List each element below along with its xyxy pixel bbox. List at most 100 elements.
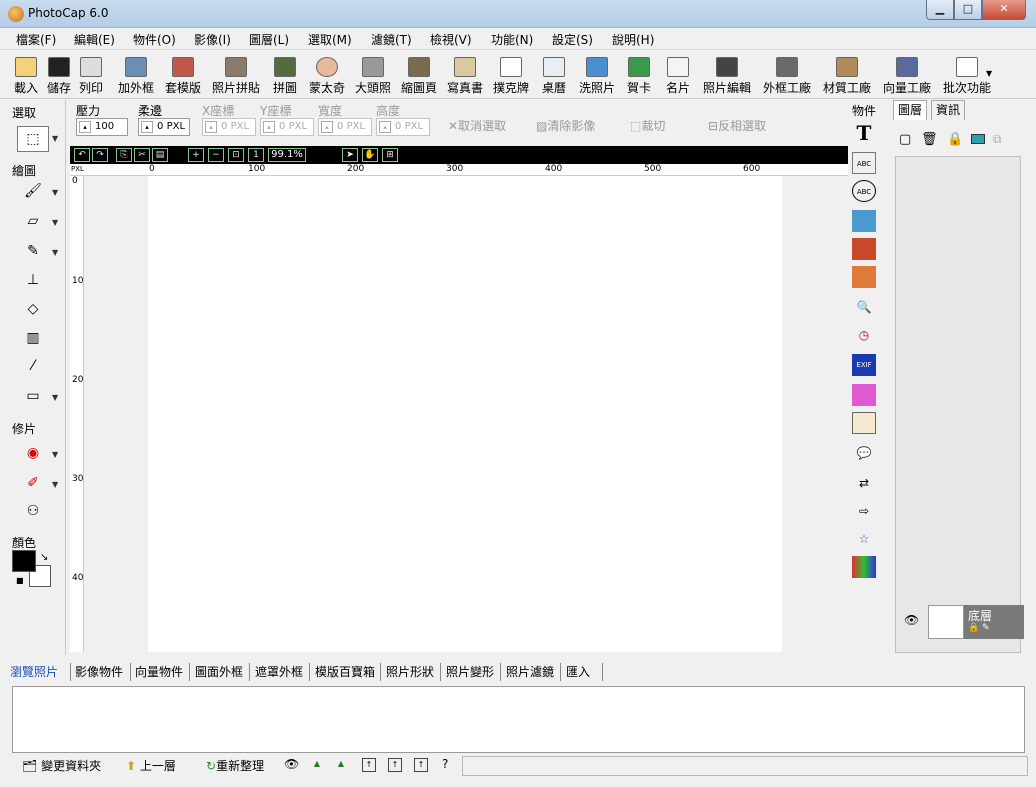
- maximize-button[interactable]: □: [954, 0, 982, 20]
- eraser-tool[interactable]: ▱: [17, 208, 49, 234]
- photo-object-icon[interactable]: [852, 238, 876, 260]
- retouch-brush-tool[interactable]: ✐: [17, 470, 49, 496]
- greeting-card-button[interactable]: 賀卡: [622, 53, 656, 97]
- trash-icon[interactable]: 🗑: [921, 132, 938, 147]
- montage-button[interactable]: 蒙太奇: [304, 53, 350, 97]
- texture-factory-button[interactable]: 材質工廠: [818, 53, 876, 97]
- pointer-icon[interactable]: ➤: [342, 148, 358, 162]
- zoom-in-icon[interactable]: +: [188, 148, 204, 162]
- paste-icon[interactable]: ▤: [152, 148, 168, 162]
- menu-function[interactable]: 功能(N): [491, 31, 533, 48]
- sort-asc-icon[interactable]: ▲: [310, 758, 324, 772]
- text-object-icon[interactable]: T: [852, 122, 876, 144]
- menu-layer[interactable]: 圖層(L): [249, 31, 289, 48]
- cake-icon[interactable]: [852, 384, 876, 406]
- toolbar-overflow-icon[interactable]: ▼: [986, 69, 992, 78]
- star-shape-icon[interactable]: ☆: [852, 528, 876, 550]
- tab-mask-frames[interactable]: 遮罩外框: [255, 663, 303, 680]
- layered-image-icon[interactable]: [852, 266, 876, 288]
- change-folder-button[interactable]: 🗂 變更資料夾: [22, 757, 101, 774]
- cancel-selection-button[interactable]: ✕取消選取: [448, 117, 506, 134]
- minimize-button[interactable]: ▁: [926, 0, 954, 20]
- copy-icon[interactable]: ⎘: [116, 148, 132, 162]
- tab-import[interactable]: 匯入: [566, 663, 590, 680]
- business-card-button[interactable]: 名片: [662, 53, 694, 97]
- height-input[interactable]: ▴ 0 PXL: [376, 118, 430, 136]
- lock-icon[interactable]: 🔒: [947, 132, 963, 147]
- image-canvas[interactable]: [148, 176, 782, 652]
- collage-button[interactable]: 照片拼貼: [206, 53, 266, 97]
- eraser-dropdown-icon[interactable]: ▼: [52, 218, 58, 227]
- menu-settings[interactable]: 設定(S): [552, 31, 593, 48]
- magnifier-icon[interactable]: 🔍: [852, 296, 876, 318]
- pencil-dropdown-icon[interactable]: ▼: [52, 248, 58, 257]
- menu-filter[interactable]: 濾鏡(T): [371, 31, 412, 48]
- fill-tool[interactable]: ◇: [17, 296, 49, 322]
- shape-tool[interactable]: ▭: [17, 383, 49, 409]
- id-photo-button[interactable]: 大頭照: [350, 53, 396, 97]
- red-eye-tool[interactable]: ◉: [17, 440, 49, 466]
- fit-screen-icon[interactable]: ⊡: [228, 148, 244, 162]
- zoom-out-icon[interactable]: −: [208, 148, 224, 162]
- duplicate-layer-icon[interactable]: ⧉: [993, 132, 1002, 147]
- eye-icon[interactable]: 👁: [904, 613, 919, 627]
- layer-item[interactable]: 👁 底層 🔒 ✎: [900, 603, 1024, 641]
- redo-icon[interactable]: ↷: [92, 148, 108, 162]
- crop-button[interactable]: ⬚裁切: [630, 117, 665, 134]
- thumbnail-page-button[interactable]: 縮圖頁: [396, 53, 442, 97]
- clone-tool[interactable]: ⚇: [17, 498, 49, 524]
- close-button[interactable]: ✕: [982, 0, 1026, 20]
- view-mode-1-icon[interactable]: ↑: [362, 758, 376, 772]
- template-button[interactable]: 套模版: [160, 53, 206, 97]
- retouch-dropdown-icon[interactable]: ▼: [52, 480, 58, 489]
- view-mode-3-icon[interactable]: ↑: [414, 758, 428, 772]
- shape-dropdown-icon[interactable]: ▼: [52, 393, 58, 402]
- hand-icon[interactable]: ✋: [362, 148, 378, 162]
- menu-object[interactable]: 物件(O): [133, 31, 176, 48]
- menu-help[interactable]: 說明(H): [612, 31, 654, 48]
- view-mode-2-icon[interactable]: ↑: [388, 758, 402, 772]
- red-eye-dropdown-icon[interactable]: ▼: [52, 450, 58, 459]
- exif-icon[interactable]: EXIF: [852, 354, 876, 376]
- rect-select-tool[interactable]: ⬚: [17, 126, 49, 152]
- tab-photo-filters[interactable]: 照片濾鏡: [506, 663, 554, 680]
- photo-edit-button[interactable]: 照片編輯: [698, 53, 756, 97]
- invert-selection-button[interactable]: ⊟反相選取: [708, 117, 766, 134]
- brush-dropdown-icon[interactable]: ▼: [52, 188, 58, 197]
- tab-photo-warp[interactable]: 照片變形: [446, 663, 494, 680]
- layer-preview-icon[interactable]: [971, 134, 985, 144]
- select-area-icon[interactable]: ⊞: [382, 148, 398, 162]
- tab-image-objects[interactable]: 影像物件: [75, 663, 123, 680]
- clear-image-button[interactable]: ▧清除影像: [536, 117, 595, 134]
- sort-desc-icon[interactable]: ▲: [334, 758, 348, 772]
- tab-photo-shapes[interactable]: 照片形狀: [386, 663, 434, 680]
- print-button[interactable]: 列印: [76, 53, 106, 97]
- menu-select[interactable]: 選取(M): [308, 31, 352, 48]
- vector-factory-button[interactable]: 向量工廠: [878, 53, 936, 97]
- view-eye-icon[interactable]: 👁: [284, 757, 299, 771]
- eyedropper-tool[interactable]: ⁄: [17, 353, 49, 379]
- image-object-icon[interactable]: [852, 210, 876, 232]
- pressure-input[interactable]: ▴ 100: [76, 118, 128, 136]
- mosaic-icon[interactable]: [852, 556, 876, 578]
- width-input[interactable]: ▴ 0 PXL: [318, 118, 372, 136]
- pencil-tool[interactable]: ✎: [17, 238, 49, 264]
- actual-size-icon[interactable]: 1: [248, 148, 264, 162]
- tab-browse-photos[interactable]: 瀏覽照片: [10, 663, 58, 680]
- text-circle-icon[interactable]: ABC: [852, 180, 876, 202]
- tab-picture-frames[interactable]: 圖面外框: [195, 663, 243, 680]
- arrows-icon[interactable]: ⇄: [852, 472, 876, 494]
- reset-colors-icon[interactable]: ■: [16, 576, 24, 585]
- load-button[interactable]: 載入: [10, 53, 42, 97]
- stamp-tool[interactable]: ⊥: [17, 267, 49, 293]
- swap-colors-icon[interactable]: ↘: [40, 552, 48, 563]
- calendar-button[interactable]: 桌曆: [536, 53, 572, 97]
- clock-icon[interactable]: ◷: [852, 324, 876, 346]
- x-coord-input[interactable]: ▴ 0 PXL: [202, 118, 256, 136]
- up-level-button[interactable]: ⬆ 上一層: [126, 757, 176, 774]
- add-frame-button[interactable]: 加外框: [112, 53, 160, 97]
- help-icon[interactable]: ?: [442, 757, 448, 771]
- menu-edit[interactable]: 編輯(E): [74, 31, 115, 48]
- tab-info[interactable]: 資訊: [931, 100, 966, 120]
- tab-layers[interactable]: 圖層: [893, 100, 928, 120]
